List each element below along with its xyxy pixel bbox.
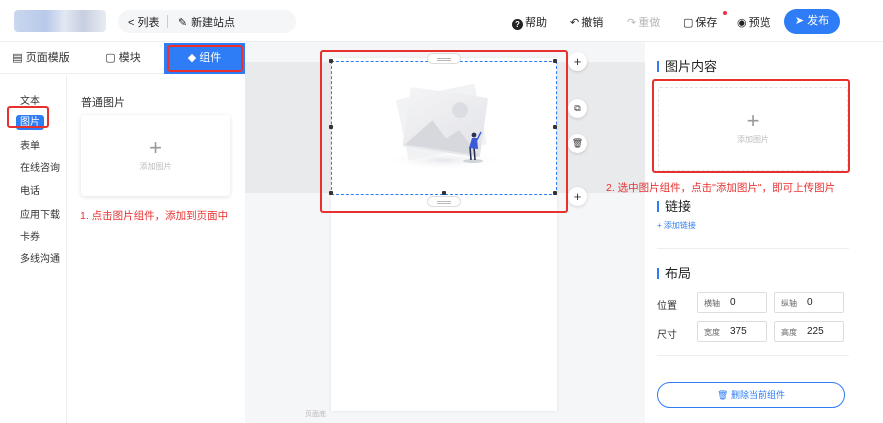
undo-icon: ↶ xyxy=(570,17,580,29)
eye-icon: ◉ xyxy=(737,17,747,29)
divider xyxy=(167,15,168,28)
nav-item-multi-line[interactable]: 多线沟通 xyxy=(0,250,67,265)
resize-handle[interactable] xyxy=(553,191,557,195)
step2-tip: 2. 选中图片组件，点击"添加图片"，即可上传图片 xyxy=(606,182,836,194)
delete-current-component-button[interactable]: 🗑 删除当前组件 xyxy=(657,382,845,408)
height-field: 高度 xyxy=(774,321,844,342)
template-icon: ▤ xyxy=(12,52,23,64)
back-to-list-button[interactable]: < 列表 xyxy=(128,14,159,30)
copy-icon: ⧉ xyxy=(574,103,581,113)
top-toolbar: < 列表 ✎ 新建站点 ? 帮助 ↶ 撤销 ↷ 重做 ▢ 保存 ◉ 预览 ➤ 发布 xyxy=(0,0,883,42)
nav-item-text[interactable]: 文本 xyxy=(0,92,67,107)
redo-icon: ↷ xyxy=(627,17,637,29)
save-icon: ▢ xyxy=(683,17,694,29)
upload-label: 添加图片 xyxy=(737,135,769,144)
unsaved-dot xyxy=(723,11,727,15)
y-axis-input[interactable] xyxy=(807,295,841,310)
tab-modules[interactable]: ▢ 模块 xyxy=(82,43,164,74)
image-component[interactable] xyxy=(329,59,557,195)
y-axis-field: 纵轴 xyxy=(774,292,844,313)
width-input[interactable] xyxy=(730,324,764,339)
nav-item-app-download[interactable]: 应用下载 xyxy=(0,206,67,221)
site-name-text: 新建站点 xyxy=(191,17,236,29)
upload-image-box[interactable]: + 添加图片 xyxy=(658,87,848,171)
component-icon: ◆ xyxy=(187,52,197,64)
tab-components[interactable]: ◆ 组件 xyxy=(164,43,245,74)
nav-item-phone[interactable]: 电话 xyxy=(0,182,67,197)
plus-icon: + xyxy=(149,135,162,160)
divider xyxy=(657,248,849,249)
trash-icon: 🗑 xyxy=(571,138,584,148)
add-above-button[interactable]: + xyxy=(568,52,587,71)
help-icon: ? xyxy=(512,19,523,30)
section-title: 普通图片 xyxy=(81,97,125,109)
page-bottom-label: 页面底 xyxy=(305,411,326,418)
height-label: 高度 xyxy=(781,328,797,337)
image-placeholder-icon xyxy=(384,83,504,170)
site-name-edit[interactable]: ✎ 新建站点 xyxy=(178,14,235,30)
card-label: 添加图片 xyxy=(139,162,172,171)
nav-item-online-consult[interactable]: 在线咨询 xyxy=(0,159,67,174)
resize-handle[interactable] xyxy=(329,125,333,129)
x-axis-input[interactable] xyxy=(730,295,764,310)
divider xyxy=(657,355,849,356)
save-button[interactable]: ▢ 保存 xyxy=(683,14,717,30)
resize-handle[interactable] xyxy=(553,59,557,63)
y-axis-label: 纵轴 xyxy=(781,299,797,308)
component-library: 普通图片 + 添加图片 xyxy=(67,75,245,423)
drag-handle-top[interactable] xyxy=(427,53,461,64)
step1-tip: 1. 点击图片组件，添加到页面中 xyxy=(80,210,229,222)
redo-button[interactable]: ↷ 重做 xyxy=(627,14,660,30)
resize-handle[interactable] xyxy=(442,191,446,195)
delete-component-button[interactable]: 🗑 xyxy=(568,134,587,153)
x-axis-field: 横轴 xyxy=(697,292,767,313)
add-below-button[interactable]: + xyxy=(568,187,587,206)
image-content-title: 图片内容 xyxy=(657,56,717,75)
layout-title: 布局 xyxy=(657,263,691,282)
resize-handle[interactable] xyxy=(329,191,333,195)
position-label: 位置 xyxy=(657,301,677,312)
tab-page-templates[interactable]: ▤ 页面模版 xyxy=(0,43,82,74)
resize-handle[interactable] xyxy=(329,59,333,63)
x-axis-label: 横轴 xyxy=(704,299,720,308)
undo-button[interactable]: ↶ 撤销 xyxy=(570,14,603,30)
add-link-button[interactable]: + 添加链接 xyxy=(657,220,696,231)
properties-panel: 图片内容 + 添加图片 链接 + 添加链接 布局 位置 横轴 纵轴 尺寸 宽度 … xyxy=(645,42,883,423)
plus-icon: + xyxy=(573,54,582,69)
help-button[interactable]: ? 帮助 xyxy=(512,14,547,30)
size-label: 尺寸 xyxy=(657,330,677,341)
plus-icon: + xyxy=(746,108,760,133)
component-category-nav: 文本 图片 表单 在线咨询 电话 应用下载 卡券 多线沟通 xyxy=(0,75,67,423)
plus-icon: + xyxy=(573,189,582,204)
width-label: 宽度 xyxy=(704,328,720,337)
image-component-card[interactable]: + 添加图片 xyxy=(81,115,230,196)
publish-button[interactable]: ➤ 发布 xyxy=(784,9,840,34)
trash-icon: 🗑 xyxy=(717,390,729,400)
nav-item-form[interactable]: 表单 xyxy=(0,137,67,152)
send-icon: ➤ xyxy=(794,15,805,27)
pencil-icon: ✎ xyxy=(178,17,188,29)
width-field: 宽度 xyxy=(697,321,767,342)
nav-item-image[interactable]: 图片 xyxy=(0,113,67,130)
app-logo xyxy=(14,10,106,32)
copy-button[interactable]: ⧉ xyxy=(568,99,587,118)
left-panel-tabs: ▤ 页面模版 ▢ 模块 ◆ 组件 xyxy=(0,43,245,74)
nav-item-coupon[interactable]: 卡券 xyxy=(0,228,67,243)
preview-button[interactable]: ◉ 预览 xyxy=(737,14,771,30)
height-input[interactable] xyxy=(807,324,841,339)
module-icon: ▢ xyxy=(105,52,116,64)
link-title: 链接 xyxy=(657,196,691,215)
drag-handle-bottom[interactable] xyxy=(427,196,461,207)
editor-canvas: + ⧉ 🗑 + xyxy=(245,42,645,423)
resize-handle[interactable] xyxy=(553,125,557,129)
